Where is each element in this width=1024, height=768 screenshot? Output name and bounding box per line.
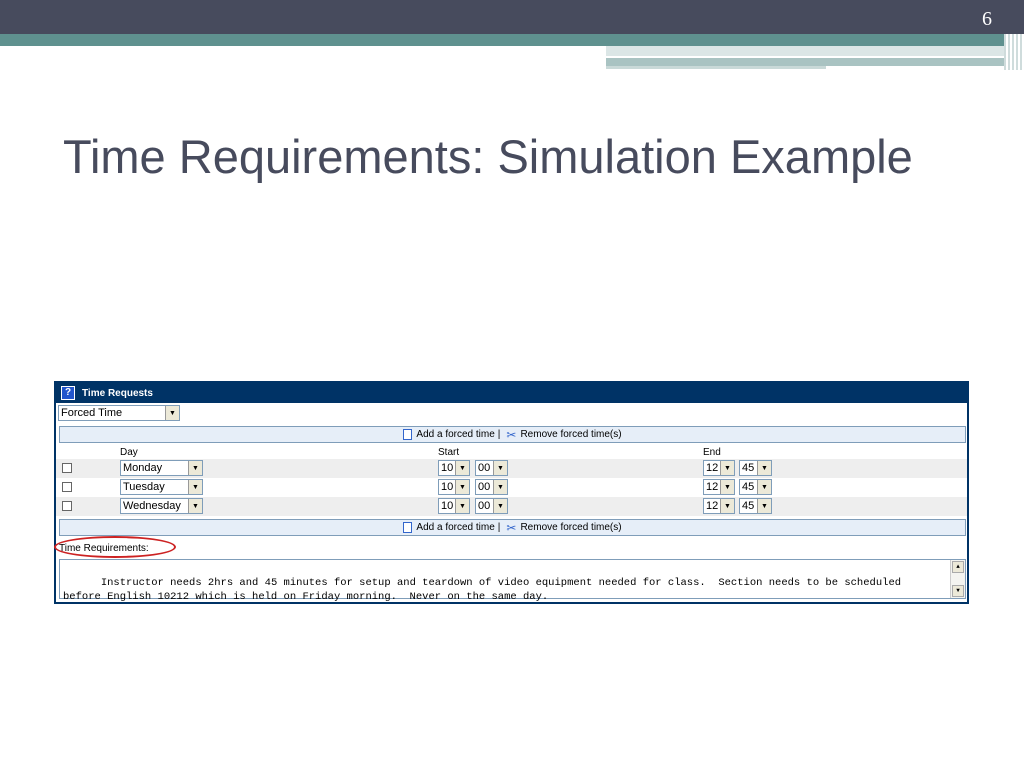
header-band	[0, 0, 1024, 34]
slide-title: Time Requirements: Simulation Example	[63, 130, 913, 183]
end-minute-value: 45	[742, 462, 755, 474]
highlight-oval	[54, 536, 176, 558]
end-minute-select[interactable]: 45 ▼	[739, 460, 772, 476]
decorative-band	[606, 58, 1024, 66]
end-minute-value: 45	[742, 481, 755, 493]
remove-icon: ✂	[506, 520, 517, 535]
remove-forced-time-link[interactable]: Remove forced time(s)	[520, 522, 621, 533]
start-minute-value: 00	[478, 500, 491, 512]
teal-band	[0, 34, 1024, 46]
slide-number: 6	[982, 8, 992, 30]
chevron-down-icon: ▼	[188, 461, 202, 475]
end-hour-value: 12	[706, 462, 719, 474]
chevron-down-icon: ▼	[165, 406, 179, 420]
panel-title: Time Requests	[82, 387, 153, 399]
add-forced-time-link[interactable]: Add a forced time	[416, 522, 494, 533]
start-hour-value: 10	[441, 500, 454, 512]
decorative-stripes	[1004, 34, 1024, 70]
remove-forced-time-link[interactable]: Remove forced time(s)	[520, 429, 621, 440]
panel-header: ? Time Requests	[56, 383, 967, 403]
action-bar-top: Add a forced time | ✂ Remove forced time…	[59, 426, 966, 443]
request-type-value: Forced Time	[61, 407, 123, 419]
chevron-down-icon: ▼	[720, 461, 734, 475]
start-minute-value: 00	[478, 462, 491, 474]
day-value: Monday	[123, 462, 163, 474]
start-hour-value: 10	[441, 462, 454, 474]
time-requirements-textarea[interactable]: Instructor needs 2hrs and 45 minutes for…	[59, 559, 966, 603]
chevron-down-icon: ▼	[757, 499, 771, 513]
request-type-select[interactable]: Forced Time ▼	[58, 405, 180, 421]
row-checkbox[interactable]	[62, 482, 72, 492]
column-header-end: End	[703, 447, 721, 458]
start-minute-value: 00	[478, 481, 491, 493]
add-document-icon	[403, 522, 413, 533]
start-hour-select[interactable]: 10 ▼	[438, 460, 470, 476]
end-hour-select[interactable]: 12 ▼	[703, 479, 735, 495]
chevron-down-icon: ▼	[493, 461, 507, 475]
help-icon[interactable]: ?	[61, 386, 75, 400]
end-minute-value: 45	[742, 500, 755, 512]
start-minute-select[interactable]: 00 ▼	[475, 460, 508, 476]
day-select[interactable]: Monday ▼	[120, 460, 203, 476]
start-minute-select[interactable]: 00 ▼	[475, 498, 508, 514]
chevron-down-icon: ▼	[757, 480, 771, 494]
end-hour-select[interactable]: 12 ▼	[703, 498, 735, 514]
chevron-down-icon: ▼	[455, 461, 469, 475]
end-hour-value: 12	[706, 500, 719, 512]
time-requirements-text: Instructor needs 2hrs and 45 minutes for…	[63, 577, 902, 603]
column-header-day: Day	[120, 447, 138, 458]
decorative-line	[606, 66, 826, 69]
scroll-up-icon[interactable]: ▲	[952, 561, 964, 573]
chevron-down-icon: ▼	[188, 480, 202, 494]
slide: 6 Time Requirements: Simulation Example …	[0, 0, 1024, 768]
end-hour-value: 12	[706, 481, 719, 493]
column-header-start: Start	[438, 447, 460, 458]
end-minute-select[interactable]: 45 ▼	[739, 498, 772, 514]
separator: |	[497, 429, 501, 440]
day-value: Tuesday	[123, 481, 165, 493]
chevron-down-icon: ▼	[720, 499, 734, 513]
chevron-down-icon: ▼	[720, 480, 734, 494]
day-select[interactable]: Tuesday ▼	[120, 479, 203, 495]
end-minute-select[interactable]: 45 ▼	[739, 479, 772, 495]
start-hour-select[interactable]: 10 ▼	[438, 498, 470, 514]
vertical-scrollbar[interactable]: ▲ ▼	[950, 560, 965, 598]
chevron-down-icon: ▼	[455, 499, 469, 513]
scroll-down-icon[interactable]: ▼	[952, 585, 964, 597]
chevron-down-icon: ▼	[493, 499, 507, 513]
decorative-band	[606, 46, 1024, 56]
chevron-down-icon: ▼	[757, 461, 771, 475]
chevron-down-icon: ▼	[455, 480, 469, 494]
add-forced-time-link[interactable]: Add a forced time	[416, 429, 494, 440]
table-row: Wednesday ▼ 10 ▼ 00 ▼ 12 ▼ 45 ▼	[56, 497, 967, 516]
start-minute-select[interactable]: 00 ▼	[475, 479, 508, 495]
add-document-icon	[403, 429, 413, 440]
request-type-row: Forced Time ▼	[58, 405, 180, 421]
time-requests-panel: ? Time Requests Forced Time ▼ Add a forc…	[54, 381, 969, 604]
separator: |	[497, 522, 501, 533]
column-headers: Day Start End	[56, 447, 967, 459]
table-row: Monday ▼ 10 ▼ 00 ▼ 12 ▼ 45 ▼	[56, 459, 967, 478]
start-hour-select[interactable]: 10 ▼	[438, 479, 470, 495]
table-row: Tuesday ▼ 10 ▼ 00 ▼ 12 ▼ 45 ▼	[56, 478, 967, 497]
action-bar-bottom: Add a forced time | ✂ Remove forced time…	[59, 519, 966, 536]
remove-icon: ✂	[506, 427, 517, 442]
start-hour-value: 10	[441, 481, 454, 493]
row-checkbox[interactable]	[62, 501, 72, 511]
chevron-down-icon: ▼	[493, 480, 507, 494]
day-value: Wednesday	[123, 500, 181, 512]
day-select[interactable]: Wednesday ▼	[120, 498, 203, 514]
end-hour-select[interactable]: 12 ▼	[703, 460, 735, 476]
chevron-down-icon: ▼	[188, 499, 202, 513]
row-checkbox[interactable]	[62, 463, 72, 473]
